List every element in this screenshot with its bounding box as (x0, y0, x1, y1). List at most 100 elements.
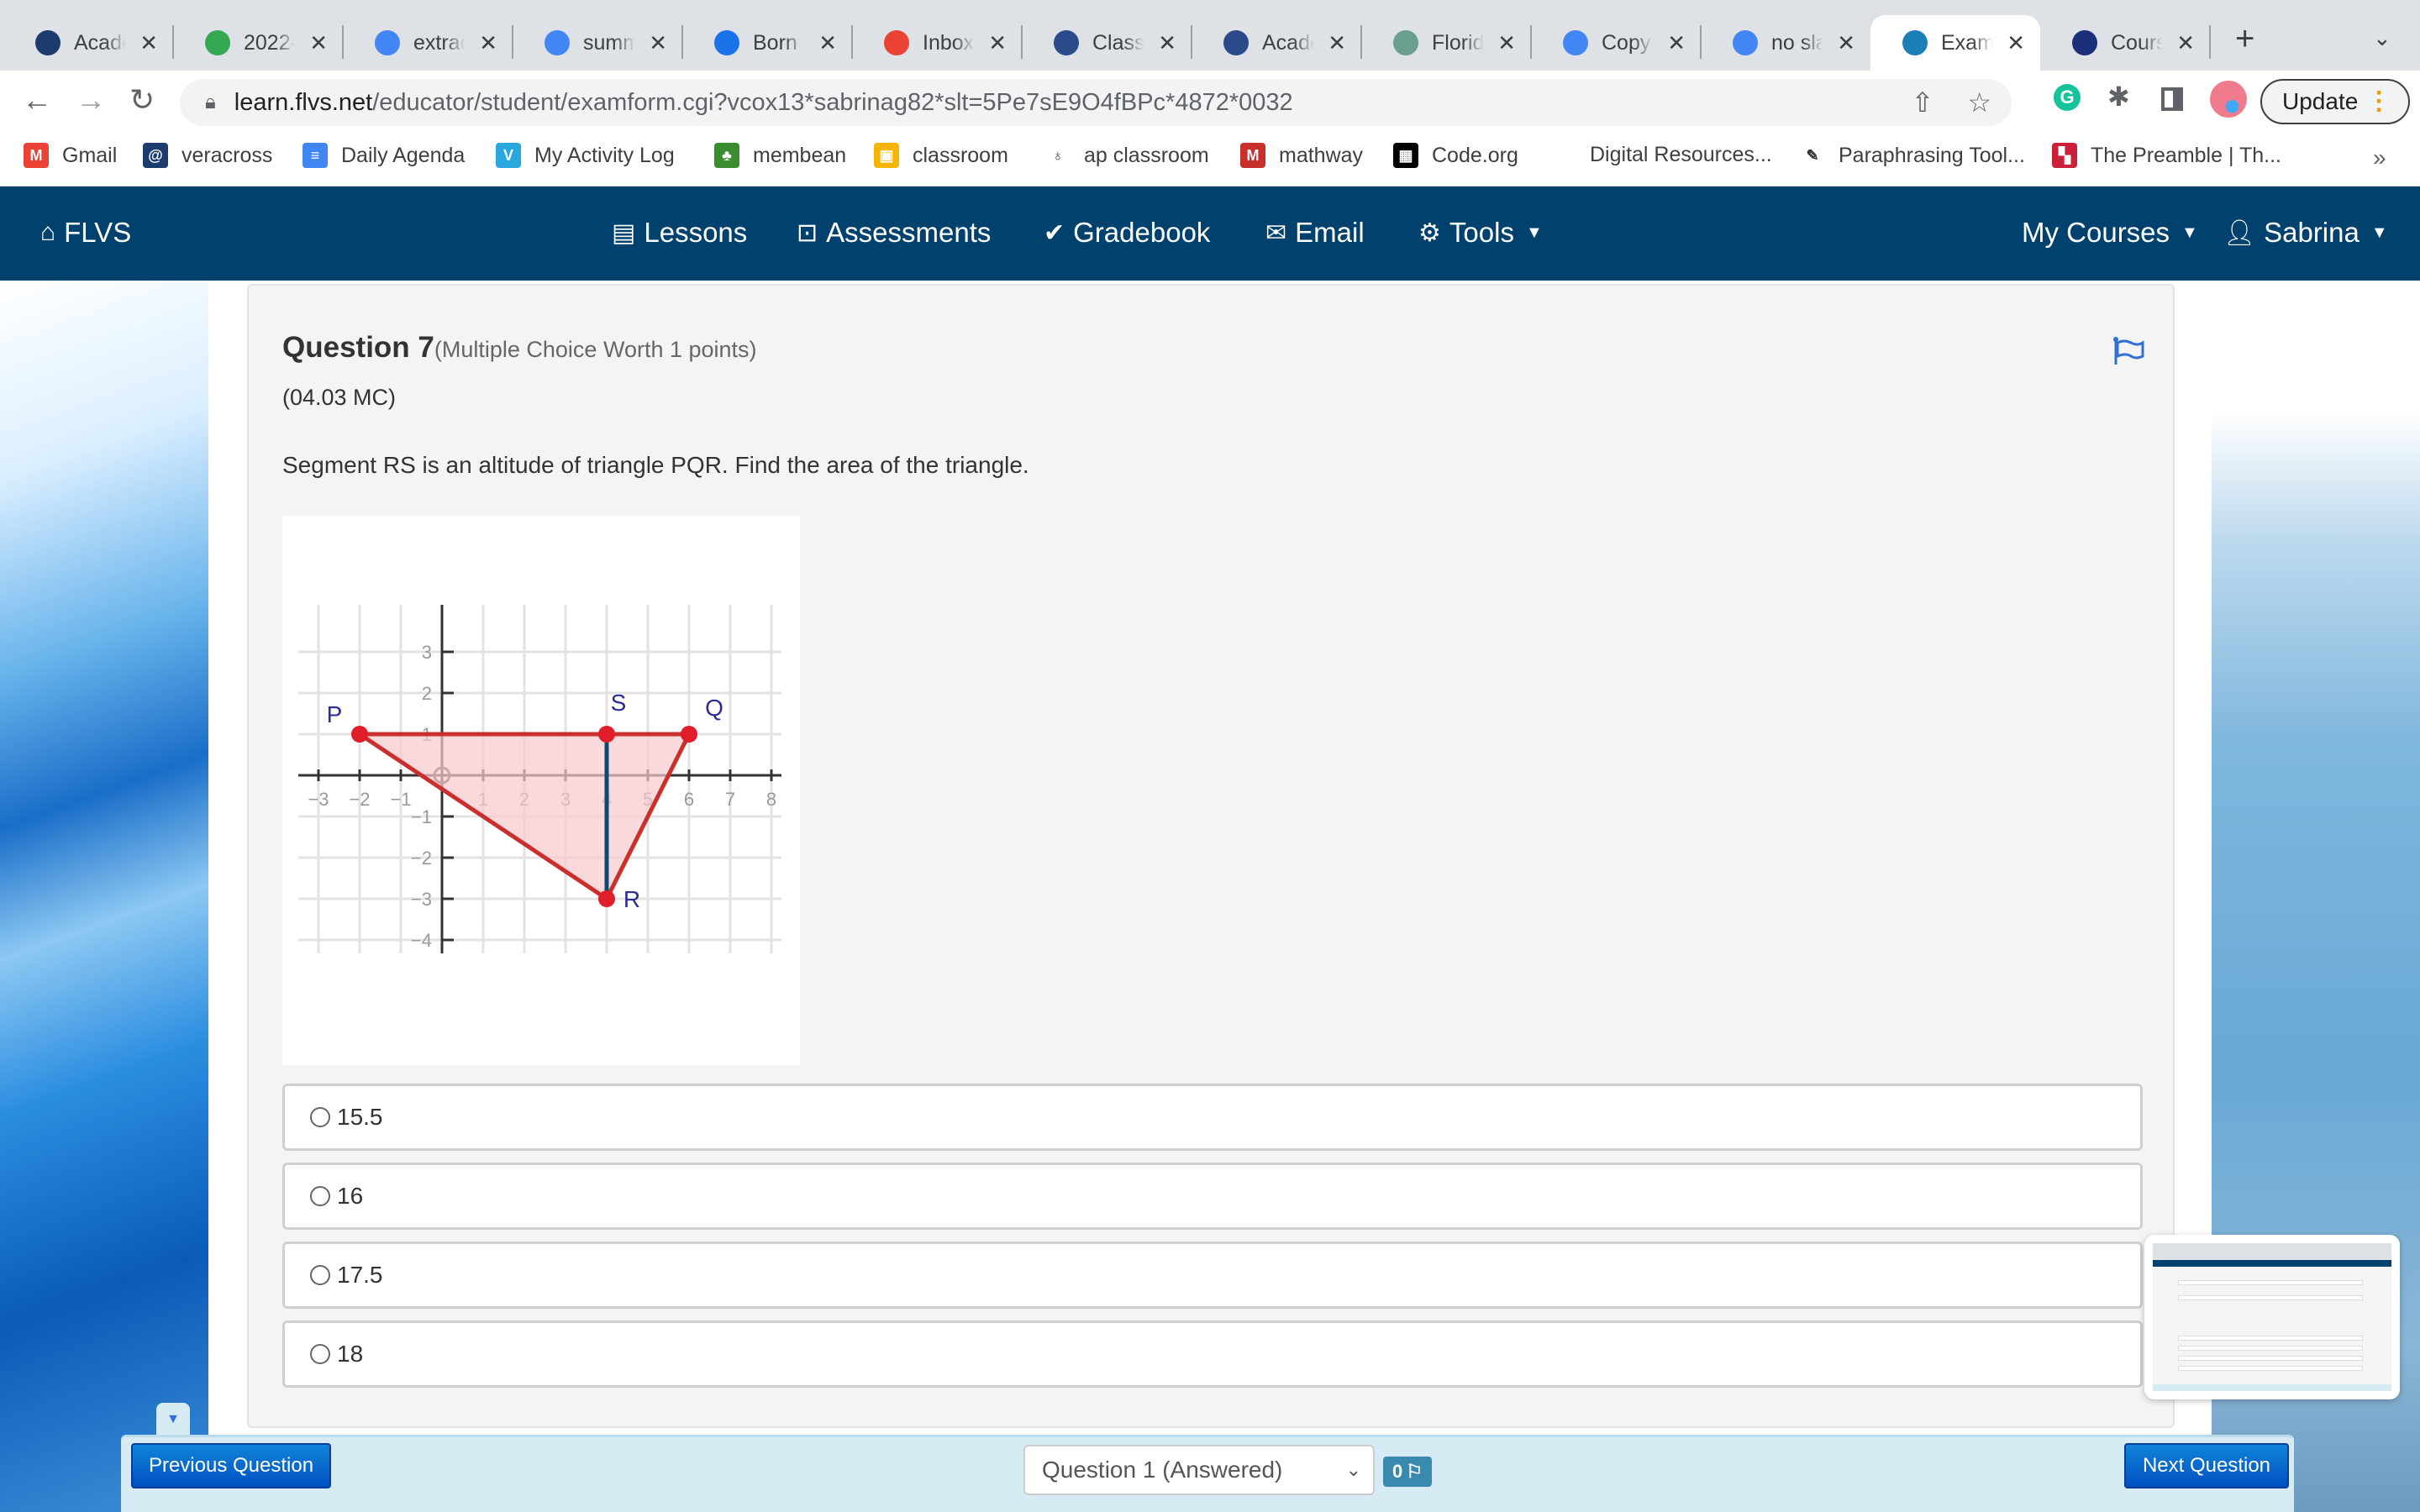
close-tab-icon[interactable]: ✕ (1837, 30, 1855, 56)
next-question-button[interactable]: Next Question (2124, 1443, 2289, 1488)
bookmark-item[interactable]: ▦ Code.org (1393, 143, 1518, 168)
grammarly-icon[interactable]: G (2054, 84, 2081, 111)
nav-user-menu[interactable]: 👤︎ Sabrina ▼ (2223, 217, 2388, 249)
lock-icon[interactable]: 🔒︎ (205, 91, 216, 114)
decorative-background-left (0, 281, 208, 1512)
bookmark-item[interactable]: ≡ Daily Agenda (302, 143, 465, 168)
x-tick-label: −3 (308, 789, 329, 810)
point-q (681, 726, 697, 743)
bookmark-item[interactable]: Mmathway (1240, 143, 1363, 168)
bookmark-item[interactable]: ▚ The Preamble | Th... (2052, 143, 2281, 168)
bookmark-item[interactable]: Digital Resources... (1590, 143, 1772, 167)
browser-tab[interactable]: Born a ✕ (682, 15, 852, 71)
nav-assessments-label: Assessments (826, 217, 992, 248)
nav-user-label: Sabrina (2264, 217, 2360, 248)
question-title: Question 7(Multiple Choice Worth 1 point… (282, 331, 757, 365)
menu-kebab-icon[interactable]: ⋮ (2366, 89, 2391, 114)
home-icon: ⌂ (40, 218, 56, 246)
google-drive-icon (205, 30, 230, 55)
browser-tab[interactable]: Academ ✕ (3, 15, 173, 71)
reload-icon[interactable]: ↻ (129, 82, 155, 118)
radio-button[interactable] (310, 1344, 330, 1364)
gmail-icon (884, 30, 909, 55)
browser-tab[interactable]: Exam: ✕ (1870, 15, 2040, 71)
radio-button[interactable] (310, 1265, 330, 1285)
answer-choice[interactable]: 18 (282, 1320, 2143, 1388)
radio-button[interactable] (310, 1186, 330, 1206)
browser-tab[interactable]: Academ ✕ (1192, 15, 1361, 71)
nav-email[interactable]: ✉ Email (1265, 217, 1365, 249)
membean-icon: ♣ (714, 143, 739, 168)
close-tab-icon[interactable]: ✕ (818, 30, 837, 56)
question-select[interactable]: Question 1 (Answered) ⌄ (1023, 1445, 1375, 1495)
bookmark-item[interactable]: ✎ Paraphrasing Tool... (1800, 143, 2025, 168)
share-icon[interactable]: ⇧ (1912, 87, 1934, 118)
browser-tab[interactable]: Classe ✕ (1022, 15, 1192, 71)
x-tick-label: −1 (390, 789, 411, 810)
browser-tab[interactable]: Florida ✕ (1361, 15, 1531, 71)
close-tab-icon[interactable]: ✕ (2176, 30, 2195, 56)
browser-tab[interactable]: extract ✕ (343, 15, 513, 71)
browser-tab[interactable]: Copy o ✕ (1531, 15, 1701, 71)
bookmark-star-icon[interactable]: ☆ (1967, 87, 1991, 118)
nav-gradebook[interactable]: ✔ Gradebook (1044, 217, 1210, 249)
bookmark-item[interactable]: M Gmail (24, 143, 117, 168)
question-select-value: Question 1 (Answered) (1042, 1457, 1283, 1483)
flagged-count-badge[interactable]: 0 ⚐ (1383, 1457, 1432, 1487)
tab-title: Academ (1262, 30, 1314, 55)
bookmark-item[interactable]: V My Activity Log (496, 143, 675, 168)
question-graph: −3−2−112345678−4−3−2−1123PSQR (282, 516, 800, 1065)
close-tab-icon[interactable]: ✕ (2007, 30, 2025, 56)
close-tab-icon[interactable]: ✕ (479, 30, 497, 56)
radio-button[interactable] (310, 1107, 330, 1127)
bookmark-item[interactable]: @ veracross (143, 143, 272, 168)
close-tab-icon[interactable]: ✕ (139, 30, 158, 56)
forward-icon[interactable]: → (76, 82, 106, 118)
browser-tab[interactable]: Course ✕ (2040, 15, 2210, 71)
tab-title: Inbox ( (923, 30, 975, 55)
bookmark-item[interactable]: ♁ ap classroom (1045, 143, 1209, 168)
bookmark-label: membean (753, 143, 847, 167)
tab-search-icon[interactable]: ⌄ (2373, 25, 2391, 51)
tab-separator (2209, 25, 2211, 59)
back-icon[interactable]: ← (22, 82, 52, 118)
nav-home[interactable]: ⌂ FLVS (40, 217, 131, 249)
close-tab-icon[interactable]: ✕ (988, 30, 1007, 56)
nav-tools[interactable]: ⚙ Tools ▼ (1418, 217, 1543, 249)
new-tab-button[interactable]: + (2235, 20, 2254, 58)
toggle-panel-button[interactable]: ▼ (156, 1403, 190, 1436)
nav-assessments[interactable]: ⊡ Assessments (797, 217, 991, 249)
address-bar[interactable]: 🔒︎ learn.flvs.net/educator/student/examf… (180, 79, 2012, 126)
close-tab-icon[interactable]: ✕ (1328, 30, 1346, 56)
answer-choice[interactable]: 16 (282, 1163, 2143, 1230)
nav-lessons[interactable]: ▤ Lessons (612, 217, 747, 249)
browser-tab[interactable]: summe ✕ (513, 15, 682, 71)
browser-tab[interactable]: 2022-2 ✕ (173, 15, 343, 71)
close-tab-icon[interactable]: ✕ (649, 30, 667, 56)
answer-choice[interactable]: 17.5 (282, 1242, 2143, 1309)
answer-choice[interactable]: 15.5 (282, 1084, 2143, 1151)
bookmark-item[interactable]: ♣ membean (714, 143, 846, 168)
update-button[interactable]: Update ⋮ (2260, 79, 2410, 124)
extensions-puzzle-icon[interactable]: ✱ (2107, 81, 2130, 113)
screenshot-thumbnail[interactable] (2144, 1235, 2400, 1399)
close-tab-icon[interactable]: ✕ (1497, 30, 1516, 56)
bookmarks-overflow-icon[interactable]: » (2373, 144, 2386, 171)
nav-my-courses[interactable]: My Courses ▼ (2022, 217, 2198, 249)
close-tab-icon[interactable]: ✕ (309, 30, 328, 56)
bookmark-label: My Activity Log (534, 143, 675, 167)
flag-question-button[interactable] (2112, 336, 2146, 370)
close-tab-icon[interactable]: ✕ (1667, 30, 1686, 56)
bookmark-item[interactable]: ▣ classroom (874, 143, 1008, 168)
bookmark-label: Digital Resources... (1590, 143, 1772, 166)
caret-down-icon: ▼ (166, 1412, 180, 1426)
tab-title: Academ (74, 30, 126, 55)
previous-question-button[interactable]: Previous Question (131, 1443, 331, 1488)
browser-tab[interactable]: Inbox ( ✕ (852, 15, 1022, 71)
caret-down-icon: ▼ (1525, 223, 1543, 242)
browser-tab[interactable]: no slal ✕ (1701, 15, 1870, 71)
profile-avatar[interactable] (2210, 81, 2247, 118)
close-tab-icon[interactable]: ✕ (1158, 30, 1176, 56)
user-icon: 👤︎ (2223, 218, 2256, 247)
side-panel-icon[interactable] (2161, 87, 2183, 111)
